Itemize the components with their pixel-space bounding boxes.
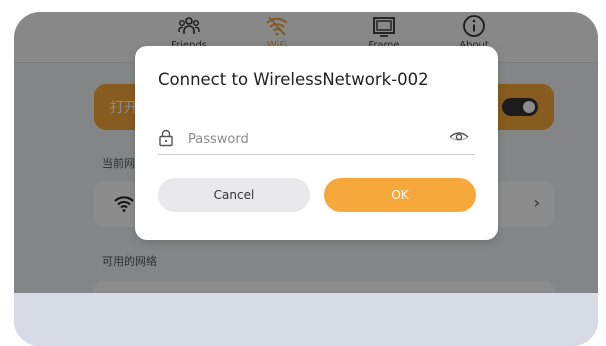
- lock-icon: [159, 129, 173, 147]
- dialog-title: Connect to WirelessNetwork-002: [158, 70, 429, 89]
- bottom-panel: [14, 293, 598, 346]
- cancel-button[interactable]: Cancel: [158, 178, 310, 212]
- connect-dialog: Connect to WirelessNetwork-002 Cancel OK: [135, 46, 498, 240]
- password-field-row: [158, 126, 475, 155]
- ok-button[interactable]: OK: [324, 178, 476, 212]
- eye-icon[interactable]: [449, 131, 469, 143]
- password-input[interactable]: [188, 128, 438, 150]
